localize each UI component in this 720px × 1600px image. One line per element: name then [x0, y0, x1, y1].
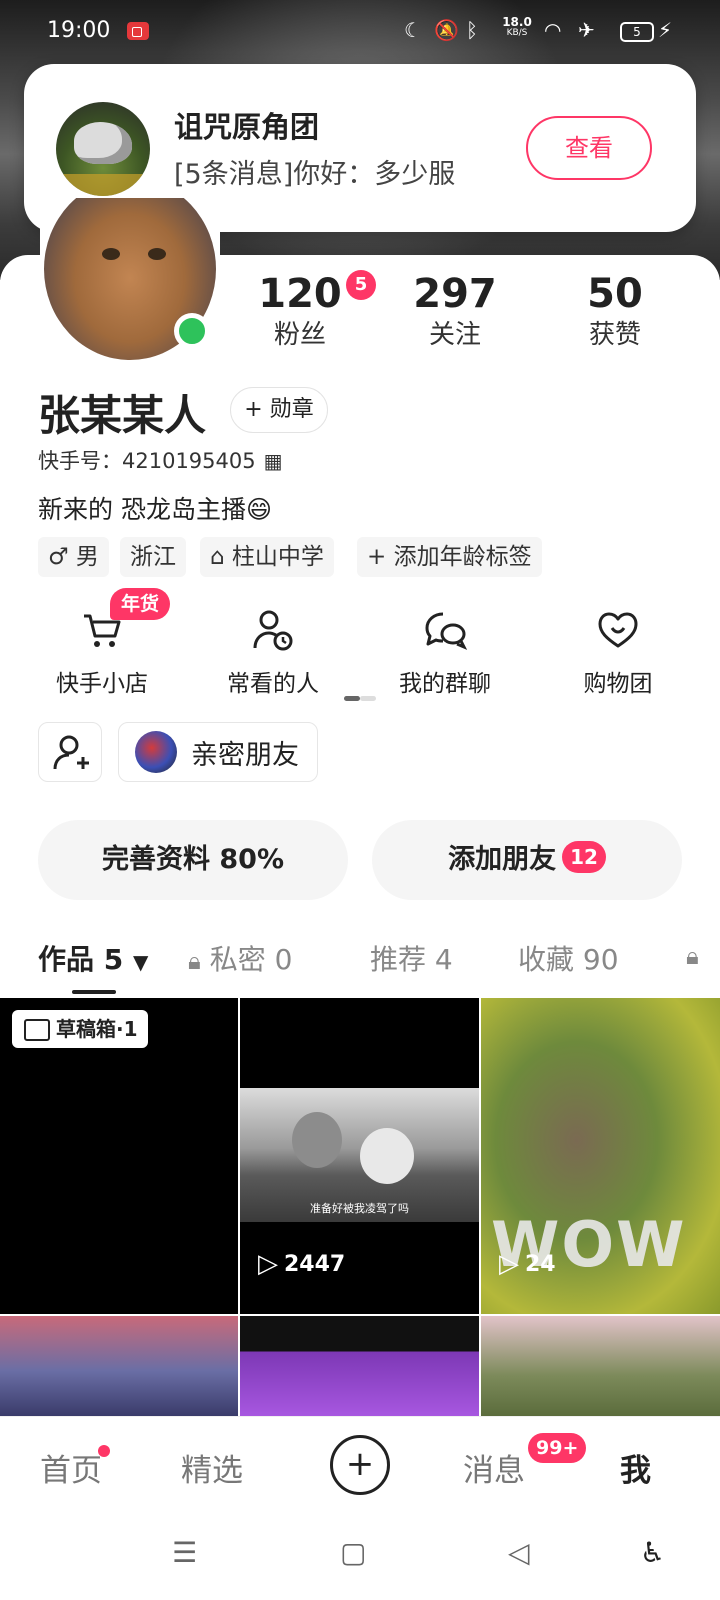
battery-icon: 5 — [620, 22, 654, 42]
add-friends-badge: 12 — [562, 840, 606, 873]
user-id-text: 快手号：4210195405 — [38, 449, 256, 473]
menu-icon[interactable]: ☰ — [172, 1536, 197, 1569]
frequent-label: 常看的人 — [227, 671, 319, 697]
notification-message: [5条消息]你好：多少服 — [174, 159, 456, 190]
heart-bag-icon — [596, 608, 640, 652]
shop-label: 快手小店 — [56, 671, 148, 697]
video-thumbnail[interactable] — [0, 1316, 238, 1416]
kuaishou-shop-button[interactable]: 快手小店 — [27, 608, 177, 698]
nav-featured[interactable]: 精选 — [181, 1445, 243, 1490]
play-count-value: 2447 — [284, 1252, 346, 1277]
play-count: 2447 — [258, 1249, 346, 1279]
complete-profile-button[interactable]: 完善资料 80% — [38, 820, 348, 900]
tab-works-label: 作品 5 — [38, 943, 124, 976]
tab-next-locked[interactable]: 🔒︎ — [686, 938, 699, 971]
profile-bio[interactable]: 新来的 恐龙岛主播😄 — [38, 490, 272, 526]
following-stat[interactable]: 297 关注 — [385, 270, 525, 352]
close-friends-avatar — [135, 731, 177, 773]
home-square-icon[interactable]: ▢ — [340, 1536, 366, 1569]
nav-messages[interactable]: 消息 — [463, 1445, 525, 1490]
system-navigation-bar: ☰ ▢ ◁ ♿︎ — [0, 1512, 720, 1600]
draft-box-cell[interactable]: 草稿箱·1 — [0, 998, 238, 1314]
qr-code-icon[interactable]: ▦ — [264, 449, 283, 473]
profile-name: 张某某人 — [38, 391, 207, 440]
my-groups-button[interactable]: 我的群聊 — [370, 608, 520, 698]
add-friend-icon-button[interactable] — [38, 722, 102, 782]
tab-recommend[interactable]: 推荐 4 — [370, 938, 453, 978]
tab-private-label: 私密 0 — [209, 943, 293, 976]
online-status-dot — [174, 313, 210, 349]
battery-level: 5 — [633, 25, 641, 39]
active-tab-indicator — [72, 990, 116, 994]
shopping-group-label: 购物团 — [583, 671, 653, 697]
lock-icon: 🔒︎ — [188, 947, 201, 975]
school-tag[interactable]: ⌂ 柱山中学 — [200, 537, 334, 577]
notification-avatar — [56, 102, 150, 196]
tab-private[interactable]: 🔒︎ 私密 0 — [188, 938, 292, 978]
do-not-disturb-icon: ☾ — [404, 18, 422, 42]
network-speed-unit: KB/S — [506, 28, 528, 38]
messages-badge: 99+ — [528, 1433, 587, 1463]
charging-icon: ⚡ — [658, 18, 673, 42]
avatar-eye — [148, 248, 166, 260]
add-friends-label: 添加朋友 — [448, 844, 557, 875]
video-thumbnail[interactable]: 准备好被我凌驾了吗 2447 — [240, 998, 479, 1314]
region-tag[interactable]: 浙江 — [120, 537, 186, 577]
notification-title: 诅咒原角团 — [174, 110, 320, 144]
fans-new-badge: 5 — [346, 270, 376, 300]
page-indicator — [344, 696, 376, 701]
lock-icon: 🔒︎ — [686, 942, 699, 970]
screen-record-icon — [127, 22, 149, 40]
frequent-people-button[interactable]: 常看的人 — [198, 608, 348, 698]
chevron-down-icon: ▼ — [132, 950, 149, 974]
airplane-mode-icon: ✈ — [578, 18, 595, 42]
following-count: 297 — [413, 271, 497, 317]
add-friends-button[interactable]: 添加朋友 12 — [372, 820, 682, 900]
person-clock-icon — [251, 608, 295, 652]
video-thumbnail[interactable] — [240, 1316, 479, 1416]
add-badge-button[interactable]: + 勋章 — [230, 387, 328, 433]
play-count: 24 — [499, 1249, 556, 1279]
shopping-group-button[interactable]: 购物团 — [543, 608, 693, 698]
avatar-eye — [102, 248, 120, 260]
add-person-icon — [53, 735, 89, 770]
group-chat-icon — [423, 608, 468, 652]
back-triangle-icon[interactable]: ◁ — [508, 1536, 530, 1569]
nav-home[interactable]: 首页 — [40, 1445, 102, 1490]
draft-box-label: 草稿箱·1 — [12, 1010, 148, 1048]
wifi-icon: ◠ — [544, 18, 562, 42]
following-label: 关注 — [428, 320, 481, 350]
close-friends-label: 亲密朋友 — [191, 740, 299, 771]
video-caption: 准备好被我凌驾了吗 — [310, 1202, 409, 1215]
mute-bell-icon: 🔕 — [434, 18, 459, 42]
nav-me[interactable]: 我 — [620, 1445, 651, 1490]
status-time: 19:00 — [47, 18, 111, 43]
add-age-tag[interactable]: + 添加年龄标签 — [357, 537, 542, 577]
create-plus-button[interactable]: + — [330, 1435, 390, 1495]
likes-label: 获赞 — [588, 320, 641, 350]
network-speed-value: 18.0 — [502, 15, 532, 29]
fans-label: 粉丝 — [273, 320, 326, 350]
close-friends-button[interactable]: 亲密朋友 — [118, 722, 318, 782]
groups-label: 我的群聊 — [399, 671, 491, 697]
status-bar: 19:00 ☾ 🔕 ᛒ 18.0 KB/S ◠ ✈ 5 ⚡ — [0, 0, 720, 64]
notification-view-button[interactable]: 查看 — [526, 116, 652, 180]
accessibility-icon[interactable]: ♿︎ — [640, 1536, 665, 1569]
network-speed: 18.0 KB/S — [500, 15, 534, 39]
user-id[interactable]: 快手号：4210195405 ▦ — [38, 445, 283, 475]
new-year-goods-badge: 年货 — [110, 588, 170, 620]
tab-favorites[interactable]: 收藏 90 — [518, 938, 619, 978]
bottom-navigation: 首页 精选 + 消息 99+ 我 — [0, 1416, 720, 1512]
bluetooth-icon: ᛒ — [466, 18, 478, 42]
video-thumbnail[interactable]: WOW 24 — [481, 998, 720, 1314]
gender-tag[interactable]: ♂ 男 — [38, 537, 109, 577]
tab-works[interactable]: 作品 5 ▼ — [38, 938, 148, 978]
likes-count: 50 — [587, 271, 643, 317]
likes-stat[interactable]: 50 获赞 — [545, 270, 685, 352]
play-count-value: 24 — [525, 1252, 556, 1277]
video-thumbnail[interactable] — [481, 1316, 720, 1416]
home-unread-dot — [98, 1445, 110, 1457]
